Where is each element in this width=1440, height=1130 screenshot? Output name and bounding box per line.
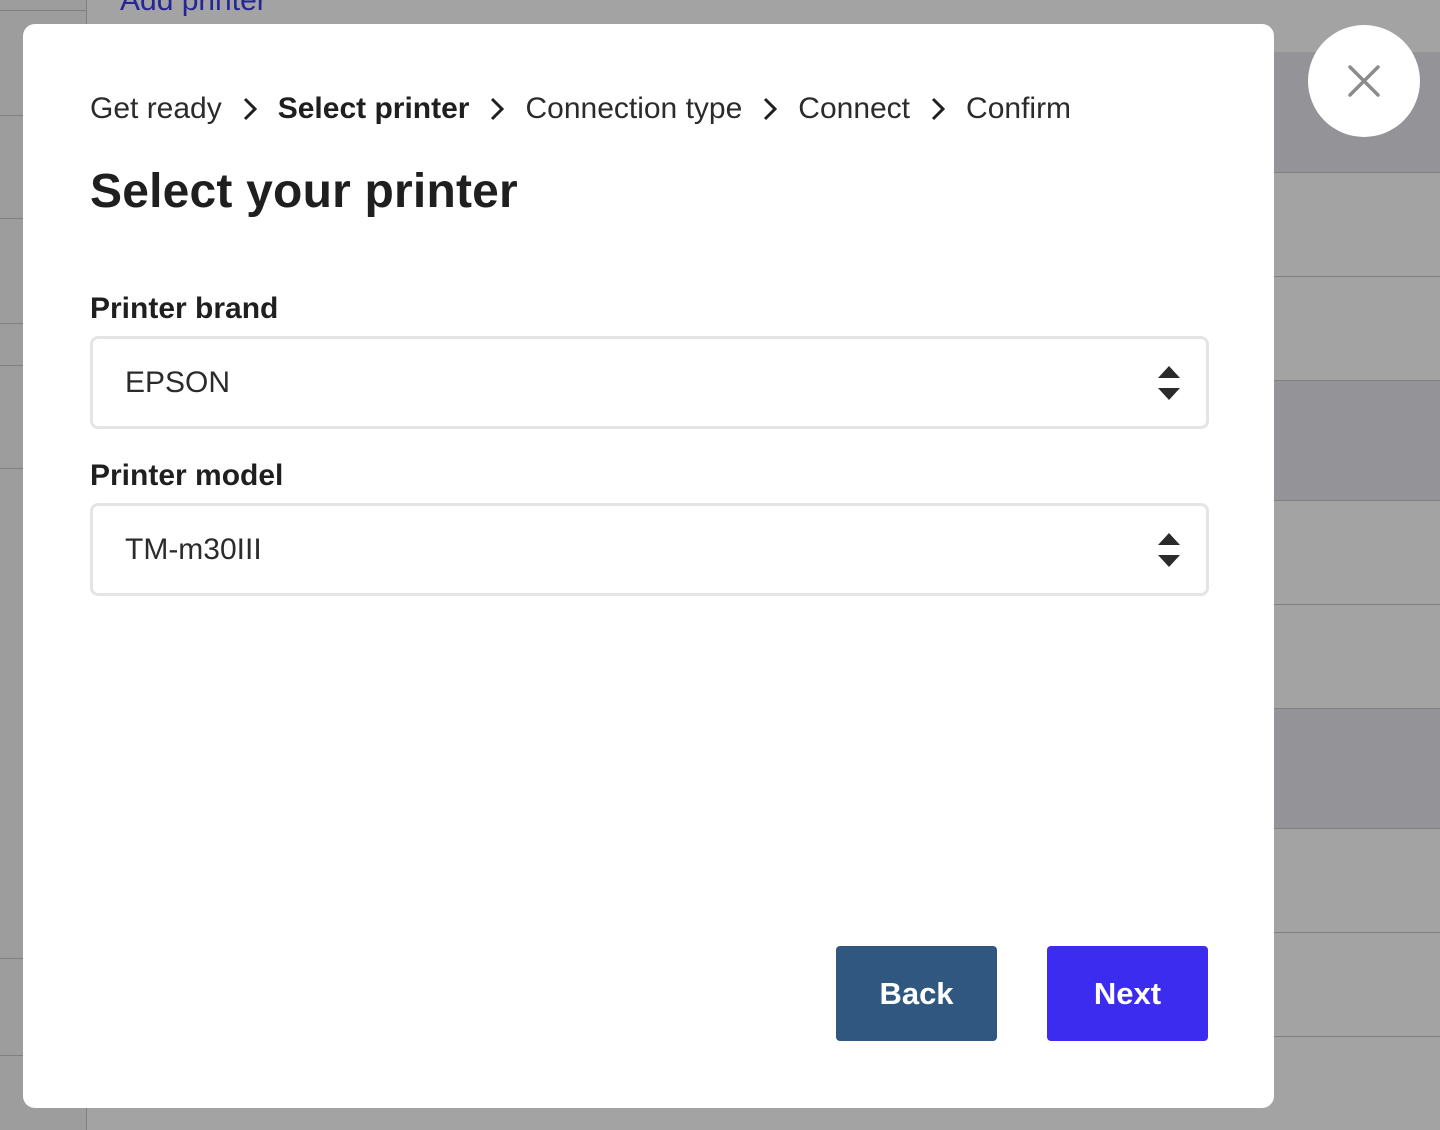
chevron-right-icon bbox=[742, 97, 798, 121]
close-button[interactable] bbox=[1308, 25, 1420, 137]
chevron-right-icon bbox=[469, 97, 525, 121]
breadcrumb-step-confirm: Confirm bbox=[966, 92, 1072, 125]
select-arrows-icon bbox=[1158, 532, 1180, 567]
back-button[interactable]: Back bbox=[836, 946, 997, 1041]
page-title: Select your printer bbox=[90, 165, 518, 218]
printer-model-label: Printer model bbox=[90, 459, 284, 492]
breadcrumb-step-connection-type: Connection type bbox=[525, 92, 743, 125]
breadcrumb-step-connect: Connect bbox=[798, 92, 911, 125]
select-printer-dialog: Get ready Select printer Connection type… bbox=[23, 24, 1274, 1108]
breadcrumb-step-get-ready[interactable]: Get ready bbox=[90, 92, 222, 126]
printer-brand-select[interactable]: EPSON bbox=[90, 336, 1209, 429]
printer-model-value: TM-m30III bbox=[125, 532, 262, 566]
close-icon bbox=[1348, 65, 1380, 97]
chevron-right-icon bbox=[222, 97, 278, 121]
select-arrows-icon bbox=[1158, 365, 1180, 400]
printer-brand-label: Printer brand bbox=[90, 292, 279, 325]
next-button[interactable]: Next bbox=[1047, 946, 1208, 1041]
chevron-right-icon bbox=[910, 97, 966, 121]
breadcrumb: Get ready Select printer Connection type… bbox=[90, 92, 1071, 126]
printer-brand-value: EPSON bbox=[125, 365, 231, 399]
breadcrumb-step-select-printer: Select printer bbox=[277, 92, 470, 125]
printer-model-select[interactable]: TM-m30III bbox=[90, 503, 1209, 596]
